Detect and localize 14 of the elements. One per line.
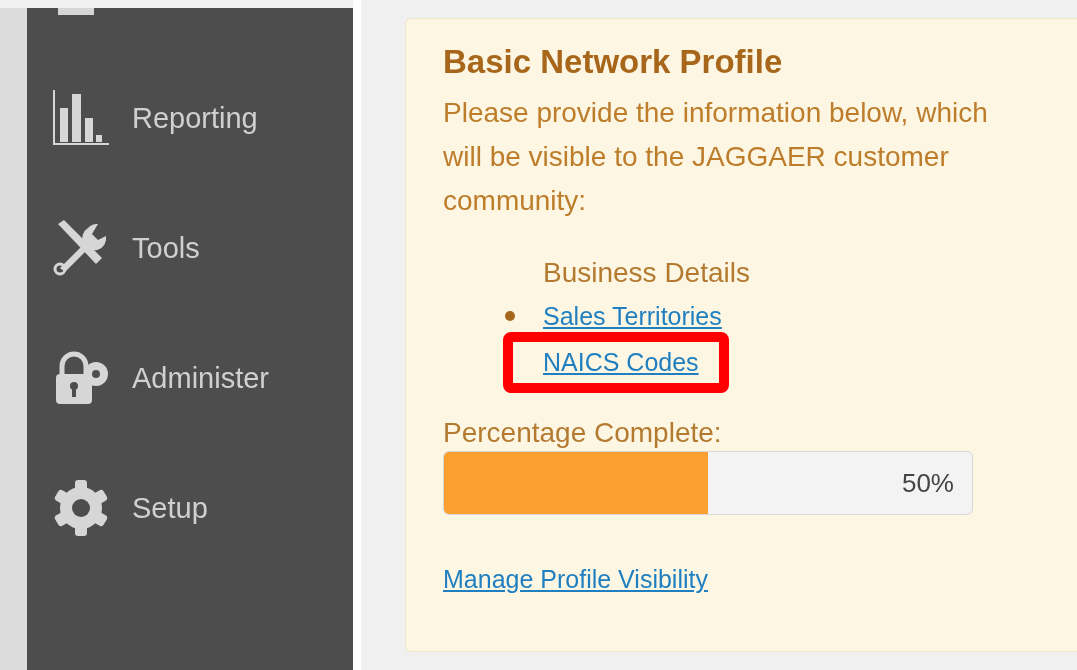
nav-item[interactable]: Tools — [27, 220, 353, 276]
nav-item[interactable]: Setup — [27, 480, 353, 536]
nav-item[interactable]: Reporting — [27, 90, 353, 146]
profile-link[interactable]: NAICS Codes — [543, 347, 699, 376]
section-heading: Business Details — [543, 256, 751, 290]
intro-text: Please provide the information below, which will be visible to the JAGGAER customer community: — [443, 96, 989, 218]
bar-chart-icon — [52, 90, 110, 146]
progress-label: Percentage Complete: — [443, 416, 723, 450]
visibility-link[interactable]: Manage Profile Visibility — [443, 565, 708, 594]
progress-reading: 50% — [901, 467, 955, 499]
settings-icon — [52, 480, 110, 536]
nav-item[interactable]: Administer — [27, 350, 353, 406]
profile-link[interactable]: Sales Territories — [543, 301, 722, 331]
card-title: Basic Network Profile — [443, 43, 784, 81]
